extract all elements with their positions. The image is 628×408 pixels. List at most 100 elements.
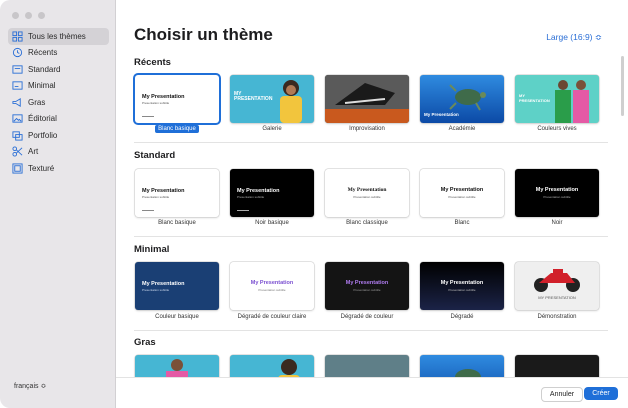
sidebar-item-label: Portfolio — [28, 130, 58, 140]
sidebar-item-tous-les-themes[interactable]: Tous les thèmes — [8, 28, 109, 45]
create-button[interactable]: Créer — [584, 387, 618, 400]
theme-thumb-galerie[interactable]: MY PRESENTATION — [230, 75, 314, 123]
thumb-title: My Presentation — [345, 280, 389, 286]
thumb-footer — [142, 115, 154, 117]
theme-thumb-demonstration[interactable]: MY PRESENTATION — [515, 262, 599, 310]
theme-caption: Démonstration — [537, 314, 577, 320]
thumb-title: My Presentation — [237, 188, 280, 194]
slide-size-select[interactable]: Large (16:9) ≎ — [546, 32, 602, 43]
person-photo — [166, 359, 188, 378]
thumb-footer — [142, 209, 154, 211]
turtle-photo — [455, 369, 481, 378]
thumb-title: My Presentation — [142, 281, 185, 287]
theme-caption: Galerie — [262, 126, 282, 132]
theme-thumb-academie[interactable]: My Presentation — [420, 75, 504, 123]
theme-thumb-gras-1[interactable] — [135, 355, 219, 378]
thumb-title: My Presentation — [347, 187, 387, 193]
scissors-icon — [12, 146, 23, 157]
theme-caption: Dégradé de couleur claire — [237, 314, 307, 320]
sidebar-item-art[interactable]: Art — [8, 144, 109, 161]
theme-caption: Blanc classique — [346, 220, 388, 226]
scrollbar[interactable] — [621, 56, 624, 116]
theme-thumb-degrade-de-couleur-claire[interactable]: My Presentation Presentation subtitle — [230, 262, 314, 310]
theme-chooser-window: Tous les thèmes Récents Standard Minimal… — [0, 0, 628, 408]
thumb-subtitle: Presentation subtitle — [142, 288, 170, 292]
theme-thumb-couleur-basique[interactable]: My Presentation Presentation subtitle — [135, 262, 219, 310]
theme-thumb-blanc-basique[interactable]: My Presentation Presentation subtitle — [135, 75, 219, 123]
page-title: Choisir un thème — [134, 25, 273, 44]
slide-icon — [12, 64, 23, 75]
thumb-subtitle: Presentation subtitle — [142, 101, 170, 105]
thumb-title: My Presentation — [142, 188, 185, 194]
thumb-footer — [237, 209, 249, 211]
theme-thumb-gras-3[interactable] — [325, 355, 409, 378]
sidebar-item-label: Récents — [28, 48, 58, 58]
theme-caption: Noir basique — [255, 220, 289, 226]
thumb-subtitle: Presentation subtitle — [448, 288, 476, 292]
sidebar-item-editorial[interactable]: Éditorial — [8, 111, 109, 128]
thumb-subtitle: Presentation subtitle — [258, 288, 286, 292]
sidebar-item-label: Texturé — [28, 163, 55, 173]
sidebar-item-label: Gras — [28, 97, 46, 107]
thumb-band — [325, 109, 409, 123]
sidebar-item-recents[interactable]: Récents — [8, 45, 109, 62]
sidebar-item-label: Minimal — [28, 81, 56, 91]
piano-photo — [325, 75, 409, 109]
theme-thumb-noir-basique[interactable]: My Presentation Presentation subtitle — [230, 169, 314, 217]
theme-thumb-gras-4[interactable] — [420, 355, 504, 378]
people-photo — [555, 80, 589, 123]
thumb-subtitle: Presentation subtitle — [353, 195, 381, 199]
person-photo — [280, 80, 302, 123]
theme-thumb-blanc[interactable]: My Presentation Presentation subtitle — [420, 169, 504, 217]
theme-grid: Récents My Presentation Presentation sub… — [116, 50, 628, 378]
thumb-title: My Presentation — [142, 94, 185, 100]
sidebar-item-label: Éditorial — [28, 114, 57, 124]
thumb-title: My Presentation — [440, 280, 484, 286]
theme-caption: Blanc basique — [135, 125, 219, 133]
theme-caption-text: Blanc basique — [155, 125, 199, 133]
theme-thumb-degrade-de-couleur[interactable]: My Presentation Presentation subtitle — [325, 262, 409, 310]
section-title-standard: Standard — [134, 150, 176, 161]
section-divider — [134, 330, 608, 331]
sidebar-item-standard[interactable]: Standard — [8, 61, 109, 78]
theme-caption: Couleurs vives — [537, 126, 577, 132]
theme-caption: Académie — [448, 126, 476, 132]
theme-thumb-improvisation[interactable] — [325, 75, 409, 123]
sidebar-item-portfolio[interactable]: Portfolio — [8, 127, 109, 144]
sidebar-list: Tous les thèmes Récents Standard Minimal… — [8, 28, 109, 177]
thumb-subtitle: Presentation subtitle — [543, 195, 571, 199]
theme-caption: Blanc — [454, 220, 470, 226]
close-window-button[interactable] — [12, 12, 19, 19]
theme-caption: Improvisation — [349, 126, 385, 132]
thumb-title: My Presentation — [424, 112, 459, 117]
zoom-window-button[interactable] — [38, 12, 45, 19]
turtle-photo — [449, 84, 486, 111]
sidebar-item-gras[interactable]: Gras — [8, 94, 109, 111]
theme-thumb-gras-2[interactable] — [230, 355, 314, 378]
language-select[interactable]: français ≎ — [14, 382, 46, 390]
sidebar-item-minimal[interactable]: Minimal — [8, 78, 109, 95]
cancel-button[interactable]: Annuler — [541, 387, 583, 402]
theme-thumb-degrade[interactable]: My Presentation Presentation subtitle — [420, 262, 504, 310]
theme-caption: Blanc basique — [158, 220, 196, 226]
theme-thumb-noir[interactable]: My Presentation Presentation subtitle — [515, 169, 599, 217]
thumb-subtitle: Presentation subtitle — [237, 195, 265, 199]
minimize-window-button[interactable] — [25, 12, 32, 19]
sidebar-item-texture[interactable]: Texturé — [8, 160, 109, 177]
megaphone-icon — [12, 97, 23, 108]
sidebar-item-label: Art — [28, 147, 39, 157]
portfolio-icon — [12, 130, 23, 141]
theme-thumb-blanc-basique-standard[interactable]: My Presentation Presentation subtitle — [135, 169, 219, 217]
theme-caption: Dégradé — [450, 314, 474, 320]
theme-caption: Dégradé de couleur — [340, 314, 394, 320]
section-divider — [134, 236, 608, 237]
theme-thumb-blanc-classique[interactable]: My Presentation Presentation subtitle — [325, 169, 409, 217]
thumb-title: My Presentation — [440, 187, 484, 193]
person-photo — [278, 359, 300, 378]
texture-icon — [12, 163, 23, 174]
theme-thumb-gras-5[interactable] — [515, 355, 599, 378]
section-divider — [134, 142, 608, 143]
thumb-title: My Presentation — [250, 280, 294, 286]
theme-thumb-couleurs-vives[interactable]: MY PRESENTATION — [515, 75, 599, 123]
sidebar-item-label: Standard — [28, 64, 61, 74]
